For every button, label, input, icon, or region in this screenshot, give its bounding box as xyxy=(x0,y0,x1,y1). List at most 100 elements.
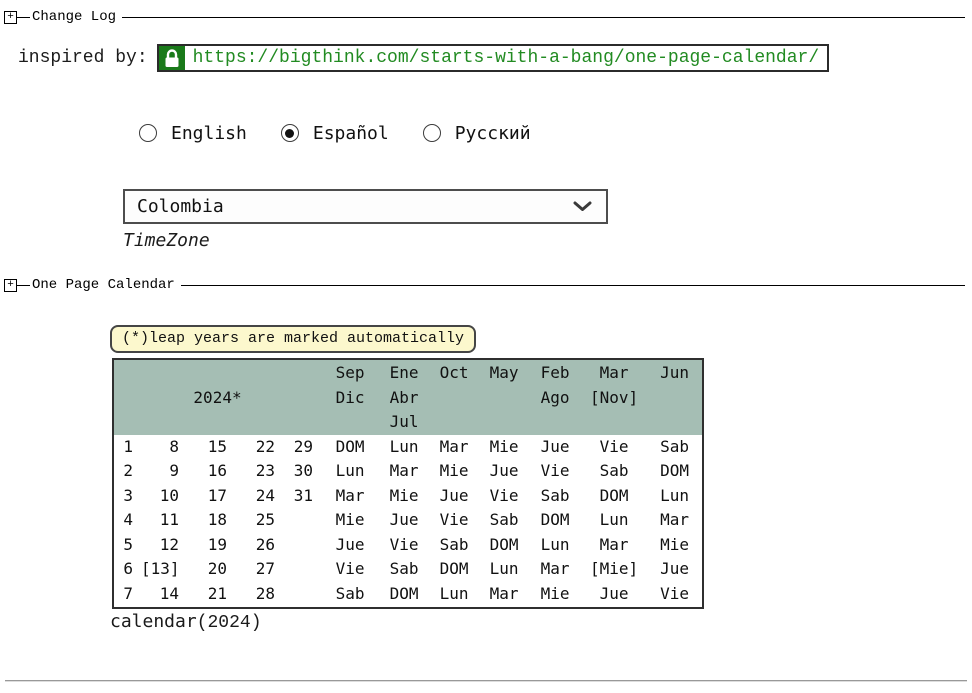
header-rule xyxy=(122,17,965,18)
radio-espanol-label: Español xyxy=(313,123,389,144)
section-header-one-page-calendar: + One Page Calendar xyxy=(4,278,965,292)
calendar-date-cell: 1 xyxy=(113,435,141,460)
calendar-day-cell: Jue xyxy=(479,459,529,484)
calendar-day-cell: Mar xyxy=(429,435,479,460)
calendar-day-cell: Vie xyxy=(647,582,703,608)
timezone-dropdown[interactable]: Colombia xyxy=(123,189,608,224)
calendar-date-cell: 10 xyxy=(141,484,187,509)
calendar-date-cell: 27 xyxy=(235,557,283,582)
calendar-date-cell: 21 xyxy=(187,582,235,608)
calendar-date-cell: 14 xyxy=(141,582,187,608)
calendar-day-cell: DOM xyxy=(529,508,581,533)
lock-icon xyxy=(159,46,185,70)
calendar-year: 2024* xyxy=(113,359,321,435)
calendar-date-cell xyxy=(283,557,321,582)
calendar-date-cell: 4 xyxy=(113,508,141,533)
calendar-date-cell: 20 xyxy=(187,557,235,582)
calendar-day-cell: DOM xyxy=(647,459,703,484)
calendar-date-cell: [13] xyxy=(141,557,187,582)
calendar-day-cell: Jue xyxy=(321,533,379,558)
calendar-day-cell: Sab xyxy=(379,557,429,582)
calendar-date-cell xyxy=(283,508,321,533)
chevron-down-icon xyxy=(573,201,592,212)
radio-dot xyxy=(144,129,153,138)
calendar-day-cell: Sab xyxy=(479,508,529,533)
radio-circle-icon xyxy=(423,124,441,142)
calendar-date-cell: 5 xyxy=(113,533,141,558)
expand-icon[interactable]: + xyxy=(4,11,17,24)
calendar-date-cell: 26 xyxy=(235,533,283,558)
calendar-day-cell: Vie xyxy=(321,557,379,582)
calendar-month-header: May xyxy=(479,359,529,435)
calendar-day-cell: Vie xyxy=(479,484,529,509)
calendar-month-header: FebAgo xyxy=(529,359,581,435)
timezone-label: TimeZone xyxy=(123,230,210,251)
calendar-day-cell: DOM xyxy=(321,435,379,460)
calendar-date-cell: 3 xyxy=(113,484,141,509)
calendar-day-cell: Lun xyxy=(379,435,429,460)
header-dash xyxy=(17,285,30,286)
radio-circle-icon xyxy=(139,124,157,142)
calendar-day-cell: Lun xyxy=(321,459,379,484)
calendar-table: 2024* SepDic EneAbrJul Oct May FebAgo Ma… xyxy=(112,358,704,609)
calendar-day-cell: Mar xyxy=(581,533,647,558)
calendar-month-header: Jun xyxy=(647,359,703,435)
calendar-month-header: SepDic xyxy=(321,359,379,435)
calendar-day-cell: Mar xyxy=(529,557,581,582)
calendar-body: 18152229DOMLunMarMieJueVieSab29162330Lun… xyxy=(113,435,703,608)
section-title-one-page-calendar: One Page Calendar xyxy=(30,277,181,293)
calendar-day-cell: Mie xyxy=(321,508,379,533)
calendar-day-cell: Mie xyxy=(647,533,703,558)
calendar-date-cell: 31 xyxy=(283,484,321,509)
calendar-date-cell: 6 xyxy=(113,557,141,582)
radio-english-label: English xyxy=(171,123,247,144)
calendar-date-cell: 16 xyxy=(187,459,235,484)
calendar-date-cell: 28 xyxy=(235,582,283,608)
radio-espanol[interactable]: Español xyxy=(281,123,389,144)
expand-icon[interactable]: + xyxy=(4,279,17,292)
calendar-date-cell: 24 xyxy=(235,484,283,509)
calendar-row: 6[13]2027VieSabDOMLunMar[Mie]Jue xyxy=(113,557,703,582)
calendar-month-header: Mar[Nov] xyxy=(581,359,647,435)
calendar-day-cell: Lun xyxy=(581,508,647,533)
section-header-change-log: + Change Log xyxy=(4,10,965,24)
calendar-day-cell: Mar xyxy=(479,582,529,608)
radio-dot xyxy=(427,129,436,138)
calendar-caption: calendar(2024) xyxy=(110,611,262,633)
calendar-date-cell: 30 xyxy=(283,459,321,484)
calendar-row: 4111825MieJueVieSabDOMLunMar xyxy=(113,508,703,533)
calendar-day-cell: DOM xyxy=(479,533,529,558)
calendar-header-row: 2024* SepDic EneAbrJul Oct May FebAgo Ma… xyxy=(113,359,703,435)
calendar-date-cell: 2 xyxy=(113,459,141,484)
calendar-day-cell: Vie xyxy=(379,533,429,558)
calendar-date-cell: 17 xyxy=(187,484,235,509)
calendar-day-cell: Sab xyxy=(581,459,647,484)
radio-english[interactable]: English xyxy=(139,123,247,144)
calendar-row: 310172431MarMieJueVieSabDOMLun xyxy=(113,484,703,509)
calendar-date-cell: 22 xyxy=(235,435,283,460)
calendar-date-cell: 25 xyxy=(235,508,283,533)
radio-russian[interactable]: Русский xyxy=(423,123,531,144)
calendar-day-cell: Sab xyxy=(429,533,479,558)
radio-dot xyxy=(285,129,294,138)
header-dash xyxy=(17,17,30,18)
calendar-day-cell: DOM xyxy=(379,582,429,608)
calendar-day-cell: Sab xyxy=(529,484,581,509)
calendar-date-cell: 19 xyxy=(187,533,235,558)
calendar-day-cell: Jue xyxy=(647,557,703,582)
calendar-date-cell: 11 xyxy=(141,508,187,533)
bottom-divider xyxy=(5,680,967,682)
inspired-url-link[interactable]: https://bigthink.com/starts-with-a-bang/… xyxy=(185,46,828,70)
calendar-day-cell: Mar xyxy=(379,459,429,484)
calendar-date-cell: 12 xyxy=(141,533,187,558)
calendar-day-cell: Jue xyxy=(529,435,581,460)
calendar-day-cell: Mar xyxy=(321,484,379,509)
calendar-day-cell: Mar xyxy=(647,508,703,533)
calendar-day-cell: Lun xyxy=(429,582,479,608)
language-radio-group: English Español Русский xyxy=(139,121,531,145)
calendar-date-cell: 15 xyxy=(187,435,235,460)
url-field[interactable]: https://bigthink.com/starts-with-a-bang/… xyxy=(157,44,830,72)
calendar-day-cell: Jue xyxy=(379,508,429,533)
calendar-day-cell: Mie xyxy=(529,582,581,608)
calendar-date-cell: 7 xyxy=(113,582,141,608)
